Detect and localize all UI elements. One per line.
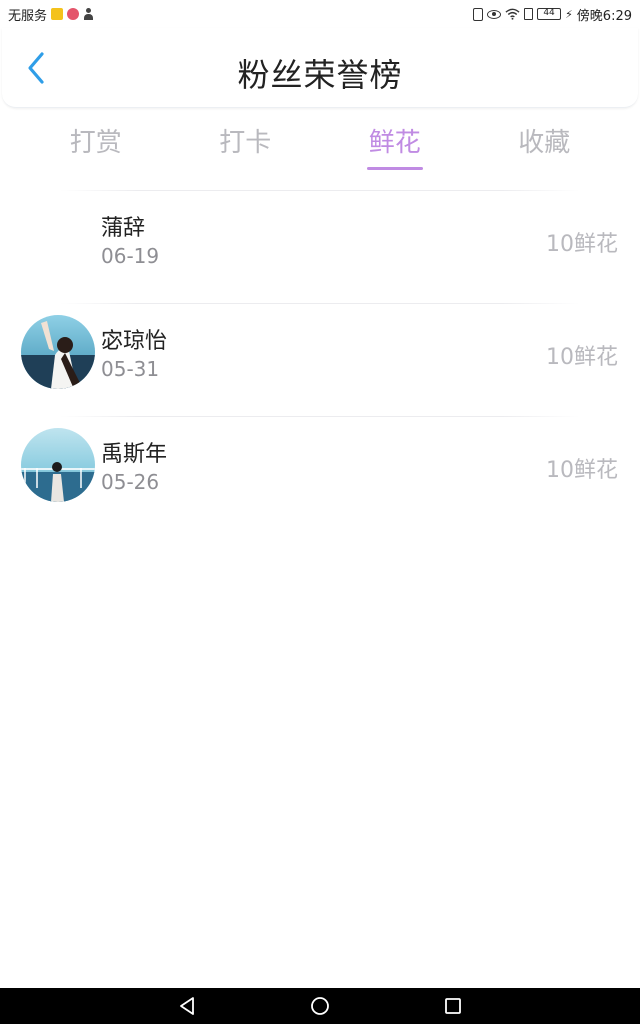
- fan-row[interactable]: 宓琼怡 05-31 10鲜花: [0, 303, 640, 415]
- fan-row[interactable]: 禹斯年 05-26 10鲜花: [0, 416, 640, 528]
- fan-name: 宓琼怡: [101, 329, 168, 354]
- recents-square-icon: [445, 998, 462, 1014]
- tab-label: 打卡: [219, 128, 272, 158]
- fan-date: 06-19: [101, 244, 160, 268]
- fan-row[interactable]: 蒲辞 06-19 10鲜花: [0, 190, 640, 302]
- fan-amount: 10鲜花: [546, 458, 618, 483]
- tab-label: 收藏: [518, 128, 571, 158]
- screen: 无服务 44 ⚡ 傍晚6:29 粉丝荣誉榜 打赏 打卡 鲜花 收藏 蒲辞 06-…: [0, 0, 640, 1024]
- wifi-icon: [505, 8, 520, 20]
- nav-recents-button[interactable]: [433, 988, 473, 1024]
- home-circle-icon: [311, 997, 329, 1015]
- sim-slot-icon: [524, 8, 534, 20]
- avatar: [21, 202, 95, 276]
- fan-date: 05-31: [101, 357, 160, 381]
- charging-bolt-icon: ⚡: [565, 7, 573, 21]
- active-tab-indicator: [366, 167, 423, 170]
- status-left: 无服务: [8, 5, 94, 24]
- fan-name: 蒲辞: [101, 216, 146, 241]
- app-badge-icon: [67, 8, 80, 20]
- tab-bar: 打赏 打卡 鲜花 收藏: [0, 110, 640, 180]
- fan-date: 05-26: [101, 470, 160, 494]
- sea-photo-avatar[interactable]: [21, 428, 95, 502]
- tab-reward[interactable]: 打赏: [21, 110, 171, 180]
- header: 粉丝荣誉榜: [2, 28, 638, 108]
- system-nav-bar: [0, 988, 640, 1024]
- status-bar: 无服务 44 ⚡ 傍晚6:29: [0, 0, 640, 28]
- tab-favorites[interactable]: 收藏: [470, 110, 620, 180]
- tab-flowers[interactable]: 鲜花: [320, 110, 470, 180]
- fan-amount: 10鲜花: [546, 232, 618, 257]
- status-right: 44 ⚡ 傍晚6:29: [473, 5, 632, 24]
- fan-amount: 10鲜花: [546, 345, 618, 370]
- carrier-text: 无服务: [8, 8, 48, 24]
- tab-checkin[interactable]: 打卡: [171, 110, 321, 180]
- page-title: 粉丝荣誉榜: [237, 56, 403, 94]
- sim-card-icon: [51, 8, 64, 20]
- nav-back-button[interactable]: [167, 988, 207, 1024]
- tab-label: 打赏: [69, 128, 122, 158]
- girl-photo-avatar[interactable]: [21, 315, 95, 389]
- vibrate-icon: [473, 7, 484, 21]
- person-icon: [83, 8, 94, 20]
- tab-label: 鲜花: [368, 128, 421, 158]
- eye-icon: [487, 9, 502, 19]
- battery-icon: 44: [537, 8, 562, 20]
- fan-name: 禹斯年: [101, 442, 168, 467]
- nav-home-button[interactable]: [300, 988, 340, 1024]
- clock-text: 傍晚6:29: [576, 8, 632, 24]
- back-triangle-icon: [179, 997, 194, 1015]
